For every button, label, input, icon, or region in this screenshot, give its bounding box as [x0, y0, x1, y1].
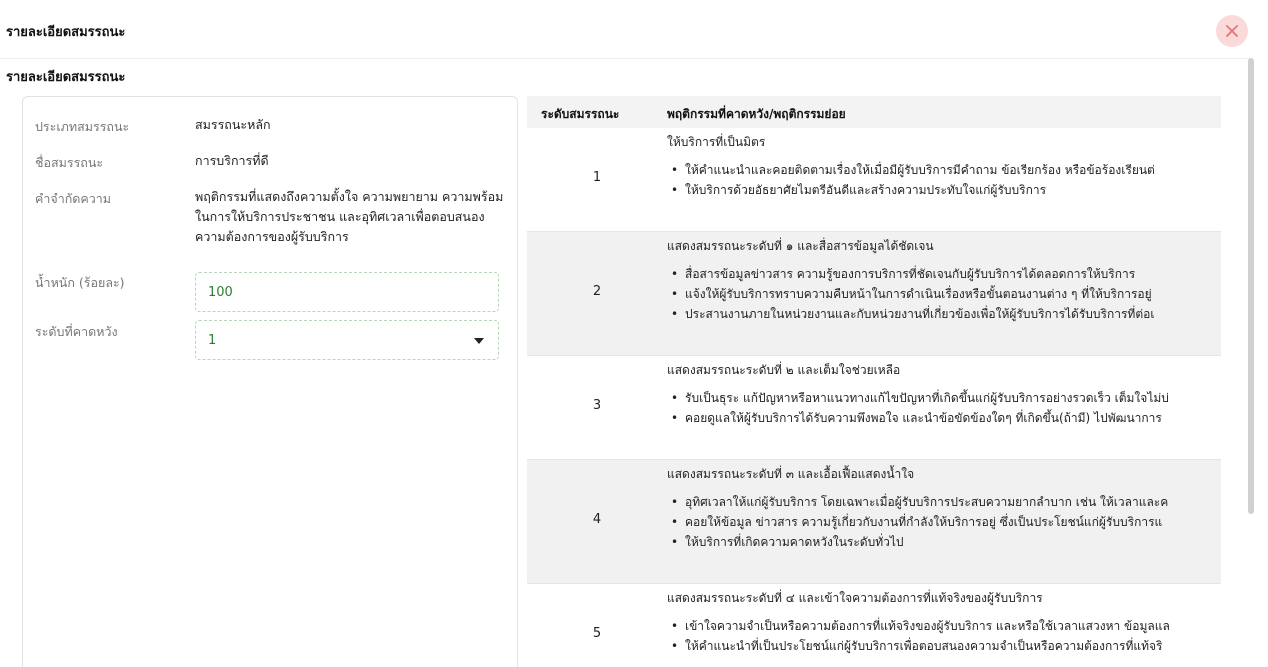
table-row: 3 แสดงสมรรถนะระดับที่ ๒ และเต็มใจช่วยเหล…	[527, 356, 1221, 460]
level-cell: 5	[592, 626, 602, 641]
competency-detail-modal: รายละเอียดสมรรถนะ รายละเอียดสมรรถนะ ประเ…	[0, 0, 1268, 667]
close-icon	[1226, 25, 1238, 37]
behavior-lead: แสดงสมรรถนะระดับที่ ๑ และสื่อสารข้อมูลได…	[667, 239, 934, 253]
table-row: 5 แสดงสมรรถนะระดับที่ ๔ และเข้าใจความต้อ…	[527, 584, 1221, 667]
behavior-item: ให้คำแนะนำและคอยติดตามเรื่องให้เมื่อมีผู…	[667, 160, 1221, 180]
behavior-lead: ให้บริการที่เป็นมิตร	[667, 135, 766, 149]
competency-info-card: ประเภทสมรรถนะ สมรรถนะหลัก ชื่อสมรรถนะ กา…	[22, 96, 518, 667]
table-row: 4 แสดงสมรรถนะระดับที่ ๓ และเอื้อเฟื้อแสด…	[527, 460, 1221, 584]
behavior-item: สื่อสารข้อมูลข่าวสาร ความรู้ของการบริการ…	[667, 264, 1221, 284]
definition-label: คำจำกัดความ	[35, 191, 112, 206]
modal-title: รายละเอียดสมรรถนะ	[6, 25, 126, 40]
behavior-item: ให้คำแนะนำที่เป็นประโยชน์แก่ผู้รับบริการ…	[667, 636, 1221, 656]
weight-input-value: 100	[208, 284, 233, 300]
close-button[interactable]	[1216, 15, 1248, 47]
definition-value: พฤติกรรมที่แสดงถึงความตั้งใจ ความพยายาม …	[195, 189, 504, 244]
column-header-behavior: พฤติกรรมที่คาดหวัง/พฤติกรรมย่อย	[667, 107, 846, 121]
modal-header: รายละเอียดสมรรถนะ	[0, 0, 1268, 58]
behavior-table: ระดับสมรรถนะ พฤติกรรมที่คาดหวัง/พฤติกรรม…	[527, 96, 1221, 667]
behavior-cell: แสดงสมรรถนะระดับที่ ๑ และสื่อสารข้อมูลได…	[667, 238, 1221, 324]
competency-type-value: สมรรถนะหลัก	[195, 117, 271, 132]
expected-level-label: ระดับที่คาดหวัง	[35, 324, 118, 339]
vertical-scrollbar[interactable]	[1248, 58, 1254, 514]
competency-name-label: ชื่อสมรรถนะ	[35, 155, 104, 170]
behavior-lead: แสดงสมรรถนะระดับที่ ๔ และเข้าใจความต้องก…	[667, 591, 1043, 605]
behavior-item: คอยดูแลให้ผู้รับบริการได้รับความพึงพอใจ …	[667, 408, 1221, 428]
behavior-cell: แสดงสมรรถนะระดับที่ ๔ และเข้าใจความต้องก…	[667, 590, 1221, 656]
behavior-cell: แสดงสมรรถนะระดับที่ ๓ และเอื้อเฟื้อแสดงน…	[667, 466, 1221, 552]
level-cell: 3	[592, 398, 602, 413]
behavior-item: เข้าใจความจำเป็นหรือความต้องการที่แท้จริ…	[667, 616, 1221, 636]
behavior-item: ให้บริการด้วยอัธยาศัยไมตรีอันดีและสร้างค…	[667, 180, 1221, 200]
behavior-item: ประสานงานภายในหน่วยงานและกับหน่วยงานที่เ…	[667, 304, 1221, 324]
expected-level-value: 1	[208, 332, 217, 348]
behavior-item: คอยให้ข้อมูล ข่าวสาร ความรู้เกี่ยวกับงาน…	[667, 512, 1221, 532]
competency-name-value: การบริการที่ดี	[195, 153, 269, 168]
level-cell: 2	[592, 284, 602, 299]
chevron-down-icon	[474, 338, 484, 344]
table-row: 2 แสดงสมรรถนะระดับที่ ๑ และสื่อสารข้อมูล…	[527, 232, 1221, 356]
column-header-level: ระดับสมรรถนะ	[541, 107, 620, 121]
competency-type-label: ประเภทสมรรถนะ	[35, 119, 130, 134]
behavior-cell: แสดงสมรรถนะระดับที่ ๒ และเต็มใจช่วยเหลือ…	[667, 362, 1221, 428]
behavior-lead: แสดงสมรรถนะระดับที่ ๒ และเต็มใจช่วยเหลือ	[667, 363, 901, 377]
weight-label: น้ำหนัก (ร้อยละ)	[35, 275, 125, 290]
behavior-lead: แสดงสมรรถนะระดับที่ ๓ และเอื้อเฟื้อแสดงน…	[667, 467, 915, 481]
expected-level-select[interactable]: 1	[195, 320, 499, 360]
level-cell: 1	[592, 170, 602, 185]
behavior-item: แจ้งให้ผู้รับบริการทราบความคืบหน้าในการด…	[667, 284, 1221, 304]
section-title: รายละเอียดสมรรถนะ	[6, 70, 126, 85]
behavior-item: ให้บริการที่เกิดความคาดหวังในระดับทั่วไป	[667, 532, 1221, 552]
behavior-item: รับเป็นธุระ แก้ปัญหาหรือหาแนวทางแก้ไขปัญ…	[667, 388, 1221, 408]
table-header: ระดับสมรรถนะ พฤติกรรมที่คาดหวัง/พฤติกรรม…	[527, 96, 1221, 128]
behavior-cell: ให้บริการที่เป็นมิตร ให้คำแนะนำและคอยติด…	[667, 134, 1221, 200]
weight-input[interactable]: 100	[195, 272, 499, 312]
behavior-item: อุทิศเวลาให้แก่ผู้รับบริการ โดยเฉพาะเมื่…	[667, 492, 1221, 512]
table-row: 1 ให้บริการที่เป็นมิตร ให้คำแนะนำและคอยต…	[527, 128, 1221, 232]
level-cell: 4	[592, 512, 602, 527]
